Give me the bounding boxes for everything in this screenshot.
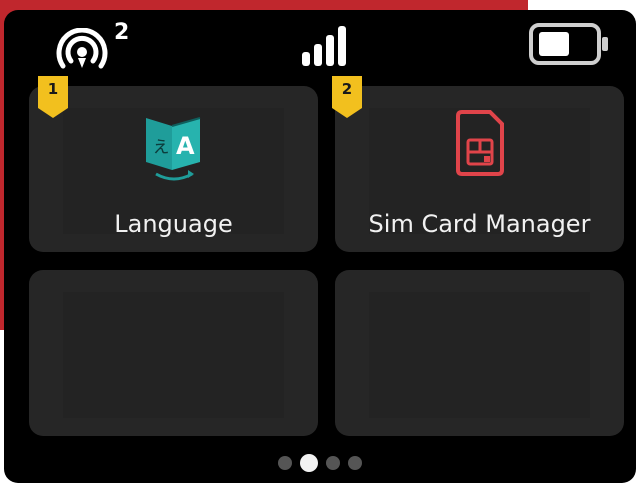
battery-icon	[529, 23, 608, 65]
shortcut-badge: 1	[47, 80, 59, 98]
tile-empty-3[interactable]	[29, 270, 318, 436]
translate-icon: ぇ A	[145, 117, 200, 181]
tile-sim-card-manager[interactable]: 2 Sim Card Manager	[332, 76, 624, 252]
tile-label: Language	[114, 210, 233, 238]
svg-text:A: A	[176, 132, 195, 160]
signal-bars-icon	[302, 26, 346, 66]
page-dot-4[interactable]	[348, 455, 362, 470]
status-bar: 2	[4, 10, 636, 74]
hotspot-icon	[56, 28, 108, 69]
tile-surface	[63, 292, 284, 418]
tile-empty-4[interactable]	[335, 270, 624, 436]
svg-text:ぇ: ぇ	[151, 133, 171, 157]
page-dot-3[interactable]	[326, 455, 340, 470]
page-dot-2-active[interactable]	[300, 453, 318, 472]
sim-card-icon	[455, 110, 504, 176]
device-screen: 2 1 ぇ A Language 2 Sim Card Manager	[4, 10, 636, 483]
shortcut-badge: 2	[341, 80, 353, 98]
page-indicator	[4, 452, 636, 474]
tile-language[interactable]: 1 ぇ A Language	[29, 76, 318, 252]
tile-label: Sim Card Manager	[368, 210, 591, 238]
page-dot-1[interactable]	[278, 455, 292, 470]
hotspot-count: 2	[114, 20, 130, 45]
tile-surface	[369, 292, 590, 418]
